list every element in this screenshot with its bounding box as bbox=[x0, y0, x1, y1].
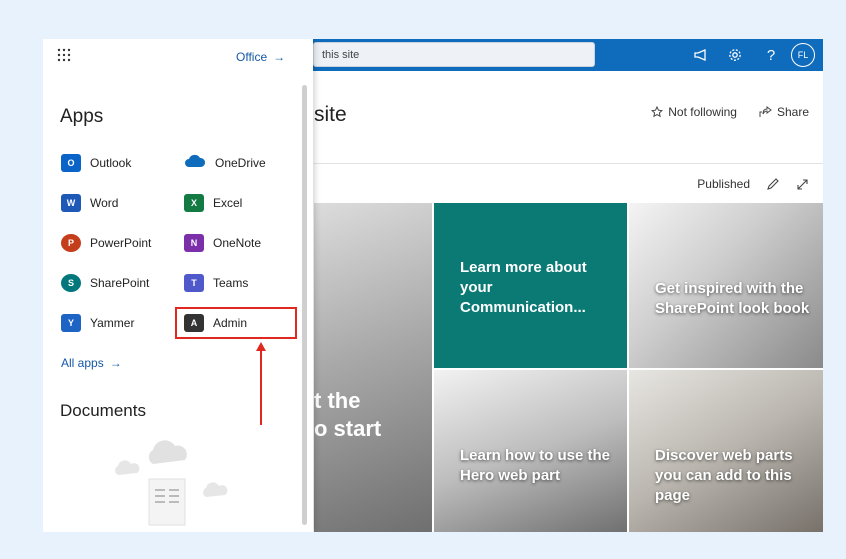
hero-line-2: o start bbox=[314, 416, 382, 441]
app-tile-outlook[interactable]: O Outlook bbox=[61, 154, 131, 172]
share-icon bbox=[759, 106, 772, 117]
settings-gear-icon[interactable] bbox=[723, 39, 747, 71]
follow-button[interactable]: Not following bbox=[651, 105, 737, 119]
user-avatar[interactable]: FL bbox=[791, 43, 815, 67]
word-icon: W bbox=[61, 194, 81, 212]
app-tile-sharepoint[interactable]: S SharePoint bbox=[61, 274, 149, 292]
yammer-icon: Y bbox=[61, 314, 81, 332]
onedrive-icon bbox=[184, 154, 206, 171]
expand-icon[interactable] bbox=[796, 178, 809, 191]
megaphone-icon[interactable] bbox=[689, 39, 713, 71]
powerpoint-icon: P bbox=[61, 234, 81, 252]
hero-tile-inspire-text: Get inspired with the SharePoint look bo… bbox=[655, 280, 810, 317]
all-apps-label: All apps bbox=[61, 356, 104, 370]
page-command-bar: Published bbox=[697, 177, 809, 191]
hero-tile-main[interactable]: t the o start bbox=[314, 203, 432, 532]
app-label: Excel bbox=[213, 196, 243, 210]
hero-line-1: t the bbox=[314, 388, 361, 413]
app-label: Outlook bbox=[90, 156, 132, 170]
share-label: Share bbox=[776, 105, 809, 119]
hero-tile-learn-text: Learn more about your Communication... bbox=[460, 259, 587, 316]
site-header-actions: Not following Share bbox=[651, 105, 809, 119]
star-icon bbox=[651, 106, 664, 118]
empty-documents-illustration bbox=[115, 440, 228, 526]
office-link-label: Office bbox=[236, 50, 268, 64]
hero-tile-howto[interactable]: Learn how to use the Hero web part bbox=[434, 370, 627, 532]
site-title: site bbox=[314, 103, 347, 126]
app-tile-yammer[interactable]: Y Yammer bbox=[61, 314, 134, 332]
app-label: Yammer bbox=[90, 316, 135, 330]
app-tile-word[interactable]: W Word bbox=[61, 194, 118, 212]
documents-heading: Documents bbox=[60, 401, 146, 420]
office-link[interactable]: Office → bbox=[236, 50, 285, 64]
follow-label: Not following bbox=[668, 105, 737, 119]
app-label: Word bbox=[90, 196, 119, 210]
help-icon[interactable]: ? bbox=[761, 39, 781, 71]
sharepoint-icon: S bbox=[61, 274, 81, 292]
waffle-menu-icon[interactable] bbox=[57, 48, 71, 67]
hero-tile-inspire[interactable]: Get inspired with the SharePoint look bo… bbox=[629, 203, 823, 368]
edit-pencil-icon[interactable] bbox=[766, 177, 780, 191]
header-divider bbox=[314, 163, 823, 164]
arrow-right-icon: → bbox=[109, 356, 122, 370]
app-label: Teams bbox=[213, 276, 249, 290]
admin-highlight-box bbox=[175, 307, 297, 339]
panel-scrollbar[interactable] bbox=[302, 85, 307, 525]
hero-tile-text: t the o start bbox=[314, 387, 381, 443]
share-button[interactable]: Share bbox=[759, 105, 809, 119]
app-tile-teams[interactable]: T Teams bbox=[184, 274, 248, 292]
app-label: OneNote bbox=[213, 236, 262, 250]
app-launcher-panel: Office → Apps O Outlook OneDrive W Word … bbox=[43, 39, 313, 532]
hero-tile-howto-text: Learn how to use the Hero web part bbox=[460, 447, 611, 484]
excel-icon: X bbox=[184, 194, 204, 212]
suite-bar: this site ? FL bbox=[303, 39, 823, 71]
hero-tile-discover[interactable]: Discover web parts you can add to this p… bbox=[629, 370, 823, 532]
all-apps-link[interactable]: All apps → bbox=[61, 356, 122, 370]
onenote-icon: N bbox=[184, 234, 204, 252]
published-status: Published bbox=[697, 177, 750, 191]
annotation-arrow-up-icon bbox=[256, 342, 266, 425]
hero-tile-discover-text: Discover web parts you can add to this p… bbox=[655, 447, 793, 504]
app-tile-powerpoint[interactable]: P PowerPoint bbox=[61, 234, 151, 252]
hero-tile-learn[interactable]: Learn more about your Communication... bbox=[434, 203, 627, 368]
outlook-icon: O bbox=[61, 154, 81, 172]
app-tile-onenote[interactable]: N OneNote bbox=[184, 234, 261, 252]
app-tile-onedrive[interactable]: OneDrive bbox=[184, 154, 266, 171]
app-label: PowerPoint bbox=[90, 236, 152, 250]
search-input[interactable]: this site bbox=[313, 42, 595, 67]
app-label: SharePoint bbox=[90, 276, 150, 290]
arrow-right-icon: → bbox=[273, 50, 286, 64]
app-tile-excel[interactable]: X Excel bbox=[184, 194, 242, 212]
apps-heading: Apps bbox=[60, 106, 104, 127]
browser-viewport: this site ? FL site Not following Share … bbox=[43, 39, 823, 532]
app-label: OneDrive bbox=[215, 155, 266, 170]
teams-icon: T bbox=[184, 274, 204, 292]
